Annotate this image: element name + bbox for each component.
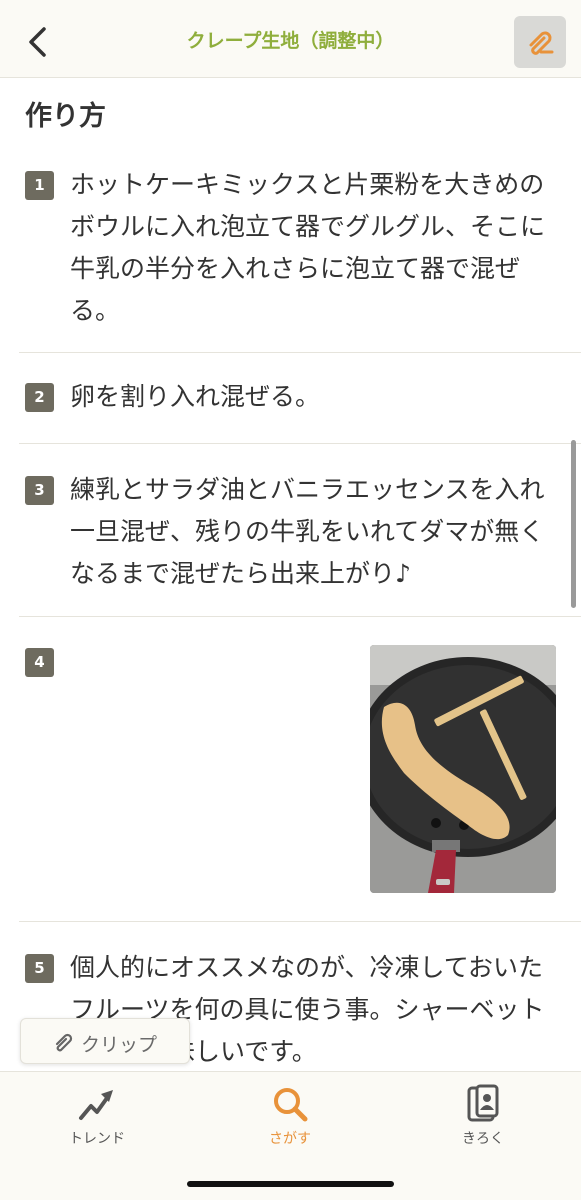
back-button[interactable] [20,22,56,62]
clip-button-label: クリップ [81,1034,158,1056]
nav-label-search: さがす [269,1131,311,1147]
nav-label-record: きろく [462,1131,504,1147]
step-text: 卵を割り入れ混ぜる。 [70,382,321,411]
step-text: 練乳とサラダ油とバニラエッセンスを入れ一旦混ぜ、残りの牛乳をいれてダマが無くなる… [70,475,545,588]
page-title: クレープ生地（調整中） [186,30,395,52]
nav-label-trend: トレンド [69,1131,125,1147]
crepe-pan-photo [370,645,556,893]
step-text: ホットケーキミックスと片栗粉を大きめのボウルに入れ泡立て器でグルグル、そこに牛乳… [70,170,546,325]
divider [19,443,581,444]
divider [19,352,581,353]
step-number-badge: 1 [25,171,54,200]
step-number-badge: 3 [25,476,54,505]
scrollbar[interactable] [571,440,576,608]
divider [19,616,581,617]
trend-arrow-icon [79,1090,113,1120]
step-number-badge: 2 [25,383,54,412]
section-title: 作り方 [25,101,106,132]
step-number-badge: 5 [25,954,54,983]
chevron-left-icon [29,27,46,57]
step-4-photo[interactable] [370,645,556,893]
clip-header-button[interactable] [514,16,566,68]
nav-item-trend[interactable]: トレンド [37,1072,157,1152]
nav-item-search[interactable]: さがす [230,1072,350,1152]
header-bar: クレープ生地（調整中） [0,0,581,78]
search-icon [274,1088,308,1122]
nav-item-record[interactable]: きろく [423,1072,543,1152]
record-card-icon [467,1084,499,1122]
paperclip-icon [55,1033,73,1052]
paperclip-icon [529,31,554,55]
clip-button[interactable]: クリップ [20,1018,190,1064]
recipe-screen: クレープ生地（調整中） 作り方 1 ホットケーキミックスと片栗粉を大きめのボウル… [0,0,581,1200]
step-number-badge: 4 [25,648,54,677]
home-indicator [187,1181,394,1187]
divider [19,921,581,922]
